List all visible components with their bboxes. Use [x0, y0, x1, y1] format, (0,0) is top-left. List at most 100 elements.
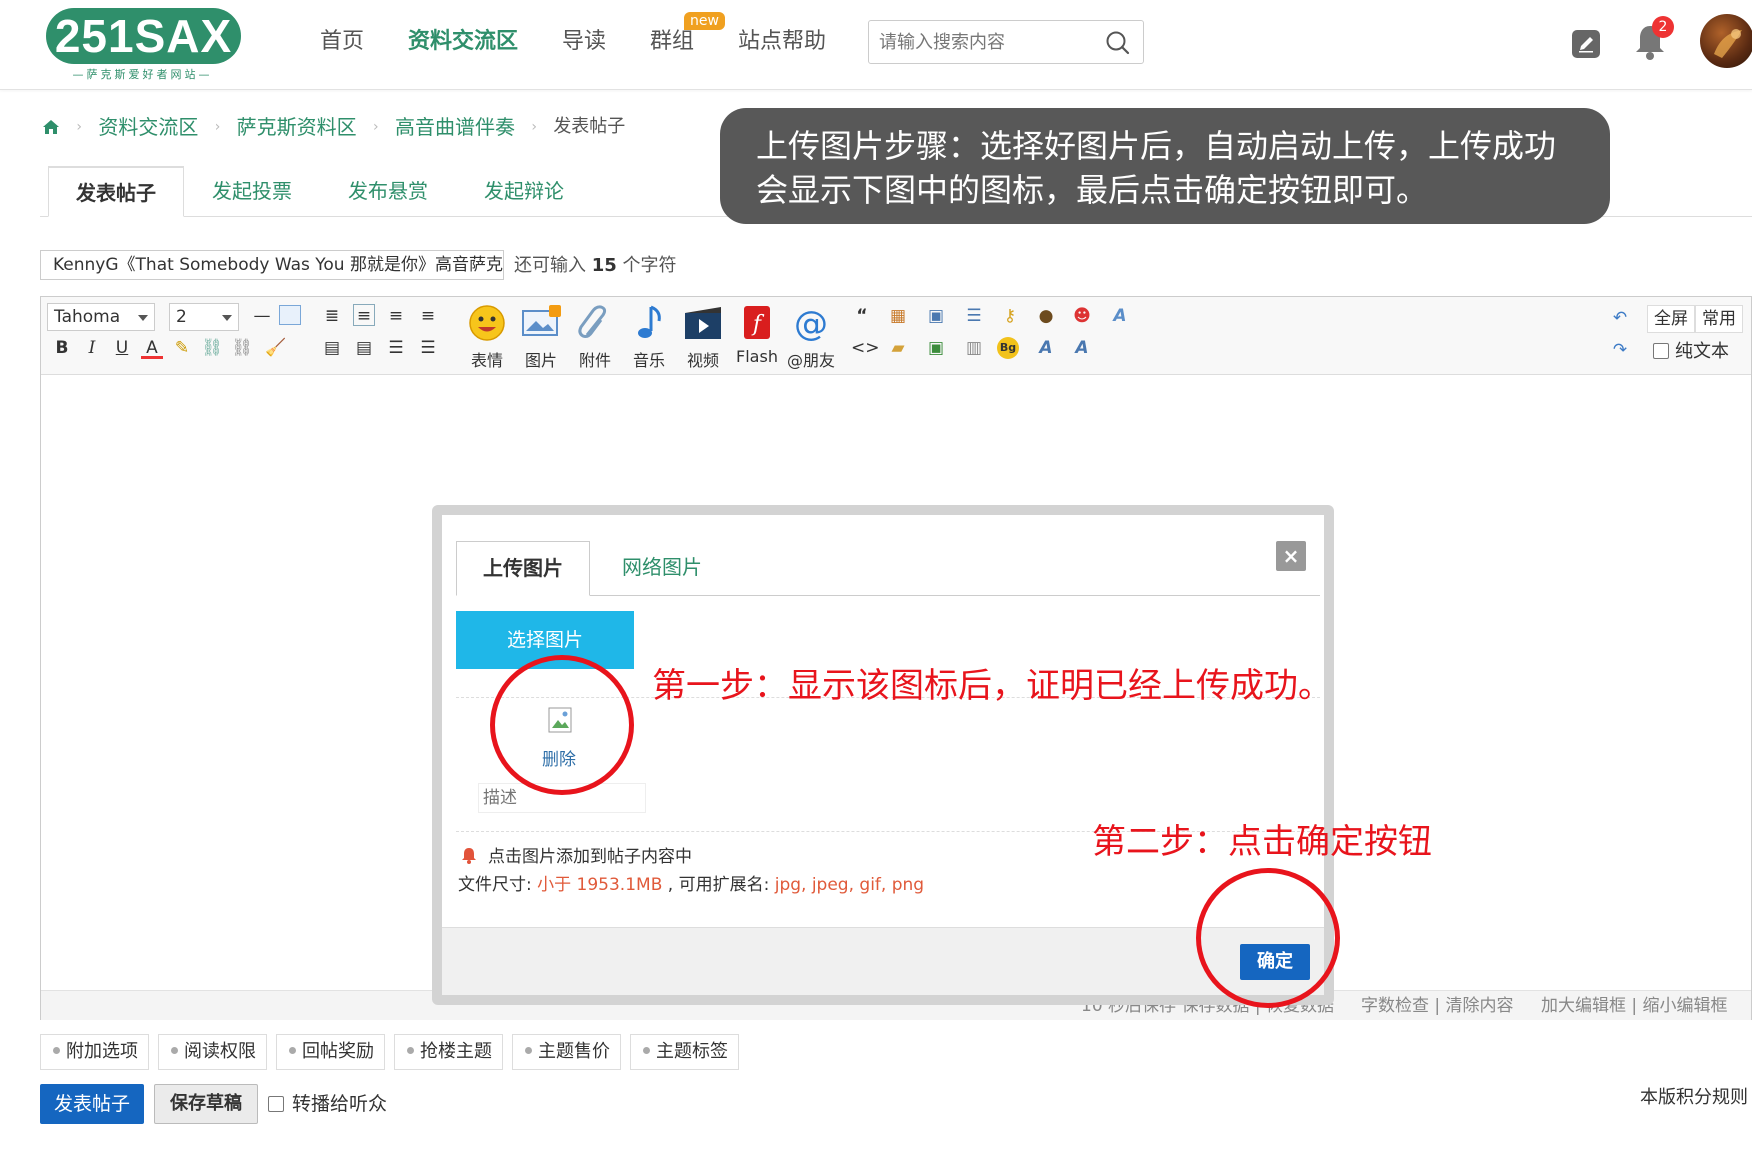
free-content-icon[interactable]: ▦ [887, 305, 909, 327]
paste-word-icon[interactable]: ▣ [925, 305, 947, 327]
option-extra[interactable]: 附加选项 [40, 1034, 149, 1070]
highlight-icon[interactable]: ✎ [171, 337, 193, 359]
video-label: 视频 [686, 351, 719, 370]
tab-new-poll[interactable]: 发起投票 [200, 166, 304, 217]
option-read-permission-label: 阅读权限 [184, 1041, 256, 1062]
font-style-icon[interactable]: A [1035, 337, 1057, 359]
annotation-circle-confirm [1196, 868, 1340, 1008]
nav-home[interactable]: 首页 [320, 22, 364, 62]
image-icon[interactable] [519, 303, 563, 343]
site-logo[interactable]: 251SAX —萨克斯爱好者网站— [40, 6, 245, 86]
tab-new-debate[interactable]: 发起辩论 [472, 166, 576, 217]
align-right-icon[interactable]: ≡ [417, 305, 439, 327]
undo-icon[interactable]: ↶ [1609, 307, 1631, 329]
broadcast-label: 转播给听众 [292, 1093, 388, 1115]
columns-icon[interactable]: ▥ [963, 337, 985, 359]
page-break-icon[interactable]: ☰ [963, 305, 985, 327]
italic-icon[interactable]: I [81, 337, 103, 359]
plaintext-toggle[interactable]: 纯文本 [1653, 341, 1729, 363]
tab-new-reward[interactable]: 发布悬赏 [336, 166, 440, 217]
underline-icon[interactable]: U [111, 337, 133, 359]
breadcrumb-separator: › [76, 119, 82, 135]
mention-label: @朋友 [786, 351, 835, 370]
subscript-icon[interactable]: A [1109, 305, 1131, 327]
redo-icon[interactable]: ↷ [1609, 339, 1631, 361]
font-size-select[interactable]: 2 [169, 303, 239, 331]
annotation-circle-upload [490, 655, 634, 795]
font-color-icon[interactable]: A [141, 337, 163, 359]
bold-icon[interactable]: B [51, 337, 73, 359]
broadcast-checkbox[interactable] [268, 1096, 284, 1112]
align-center-icon[interactable]: ≡ [385, 305, 407, 327]
post-title-input[interactable]: KennyG《That Somebody Was You 那就是你》高音萨克 [40, 250, 504, 280]
resize-editor-links[interactable]: 加大编辑框 | 缩小编辑框 [1541, 991, 1728, 1021]
nav-site-help[interactable]: 站点帮助 [738, 22, 826, 62]
flash-icon[interactable]: f [735, 303, 779, 343]
link-icon[interactable]: ⛓ [201, 337, 223, 359]
new-badge: new [684, 12, 725, 30]
smilies-icon[interactable]: ● [1035, 305, 1057, 327]
horizontal-rule-icon[interactable]: — [251, 305, 273, 327]
tab-new-post[interactable]: 发表帖子 [48, 166, 184, 217]
download-icon[interactable]: ▣ [925, 337, 947, 359]
bullet-icon [171, 1047, 178, 1054]
bullet-icon [407, 1047, 414, 1054]
instruction-callout: 上传图片步骤：选择好图片后，自动启动上传，上传成功 会显示下图中的图标，最后点击… [720, 108, 1610, 224]
search-icon[interactable] [1105, 30, 1131, 56]
nav-resource-exchange[interactable]: 资料交流区 [408, 22, 518, 62]
attachment-icon[interactable] [573, 303, 617, 343]
superscript-icon[interactable]: A [1071, 337, 1093, 359]
video-icon[interactable] [681, 303, 725, 343]
option-floor-grab[interactable]: 抢楼主题 [394, 1034, 503, 1070]
submit-post-button[interactable]: 发表帖子 [40, 1084, 144, 1124]
search-input[interactable] [879, 27, 1099, 57]
size-value: 小于 1953.1MB [537, 875, 663, 895]
breadcrumb-resource-exchange[interactable]: 资料交流区 [98, 112, 198, 142]
align-left-icon[interactable]: ≡ [353, 304, 375, 326]
clear-format-icon[interactable]: 🧹 [265, 337, 287, 359]
table-icon[interactable] [279, 305, 301, 325]
plaintext-checkbox[interactable] [1653, 343, 1669, 359]
compose-icon[interactable] [1572, 30, 1600, 58]
mention-icon[interactable]: @ [789, 303, 833, 343]
music-icon[interactable] [627, 303, 671, 343]
option-read-permission[interactable]: 阅读权限 [158, 1034, 267, 1070]
hide-content-icon[interactable]: ▰ [887, 337, 909, 359]
broadcast-toggle[interactable]: 转播给听众 [268, 1092, 387, 1116]
option-extra-label: 附加选项 [66, 1041, 138, 1062]
font-family-select[interactable]: Tahoma [47, 303, 155, 331]
chevron-down-icon [138, 315, 148, 321]
breadcrumb-sax-resources[interactable]: 萨克斯资料区 [237, 112, 357, 142]
option-topic-tags[interactable]: 主题标签 [630, 1034, 739, 1070]
tab-upload-image[interactable]: 上传图片 [456, 541, 590, 596]
align-justify-icon[interactable]: ≣ [321, 305, 343, 327]
code-icon[interactable]: <> [851, 337, 880, 359]
save-draft-button[interactable]: 保存草稿 [154, 1084, 258, 1124]
word-count-links[interactable]: 字数检查 | 清除内容 [1361, 991, 1514, 1021]
font-family-value: Tahoma [54, 307, 121, 327]
logo-text: 251SAX [46, 8, 241, 64]
hint-text: 点击图片添加到帖子内容中 [488, 847, 692, 867]
nav-guide[interactable]: 导读 [562, 22, 606, 62]
float-left-icon[interactable]: ▤ [321, 337, 343, 359]
home-icon[interactable] [42, 112, 60, 150]
option-reply-reward[interactable]: 回帖奖励 [276, 1034, 385, 1070]
quote-icon[interactable]: “ [851, 305, 873, 327]
qq-icon[interactable]: ☻ [1071, 305, 1093, 327]
password-icon[interactable]: ⚷ [999, 305, 1021, 327]
credit-rules-link[interactable]: 本版积分规则 [1640, 1086, 1748, 1110]
emoticon-icon[interactable] [465, 303, 509, 343]
background-color-icon[interactable]: Bg [997, 337, 1019, 359]
user-avatar[interactable] [1700, 14, 1752, 68]
breadcrumb-alto-scores[interactable]: 高音曲谱伴奏 [395, 112, 515, 142]
common-button[interactable]: 常用 [1695, 305, 1743, 333]
float-right-icon[interactable]: ▤ [353, 337, 375, 359]
option-topic-price[interactable]: 主题售价 [512, 1034, 621, 1070]
ordered-list-icon[interactable]: ☰ [385, 337, 407, 359]
unordered-list-icon[interactable]: ☰ [417, 337, 439, 359]
fullscreen-button[interactable]: 全屏 [1647, 305, 1695, 333]
tab-web-image[interactable]: 网络图片 [602, 541, 722, 596]
close-icon[interactable]: × [1276, 541, 1306, 571]
editor-toolbar: Tahoma 2 — ≣ ≡ ≡ ≡ B I U A ✎ ⛓ ⛓ 🧹 ▤ ▤ ☰… [41, 297, 1751, 375]
unlink-icon[interactable]: ⛓ [231, 337, 253, 359]
